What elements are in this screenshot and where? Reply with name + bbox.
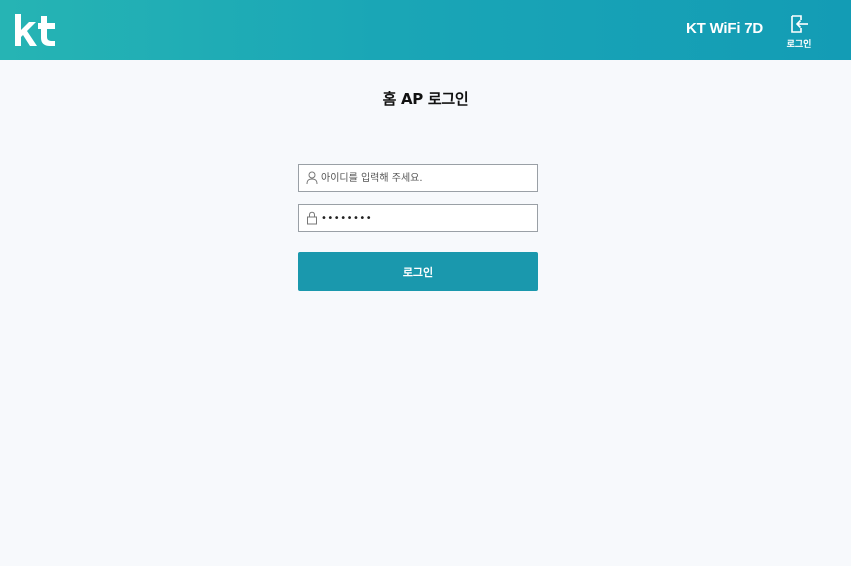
lock-icon bbox=[307, 211, 317, 225]
kt-logo[interactable] bbox=[14, 13, 58, 47]
login-header-label: 로그인 bbox=[786, 40, 812, 50]
product-name: KT WiFi 7D bbox=[686, 20, 764, 37]
id-input[interactable] bbox=[321, 165, 535, 191]
login-arrow-icon bbox=[791, 15, 808, 33]
login-button[interactable]: 로그인 bbox=[298, 252, 538, 291]
page-title: 홈 AP 로그인 bbox=[382, 90, 469, 108]
user-icon bbox=[306, 171, 318, 185]
password-field[interactable] bbox=[298, 204, 538, 232]
top-header: KT WiFi 7D 로그인 bbox=[0, 0, 851, 60]
password-input[interactable] bbox=[321, 205, 535, 231]
login-header-button[interactable]: 로그인 bbox=[780, 12, 818, 52]
id-field[interactable] bbox=[298, 164, 538, 192]
